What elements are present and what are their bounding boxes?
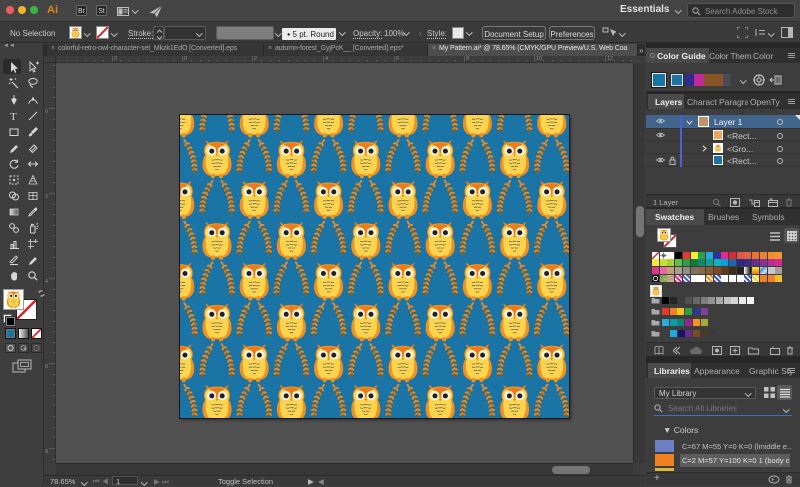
svg-text:T: T	[10, 111, 17, 122]
